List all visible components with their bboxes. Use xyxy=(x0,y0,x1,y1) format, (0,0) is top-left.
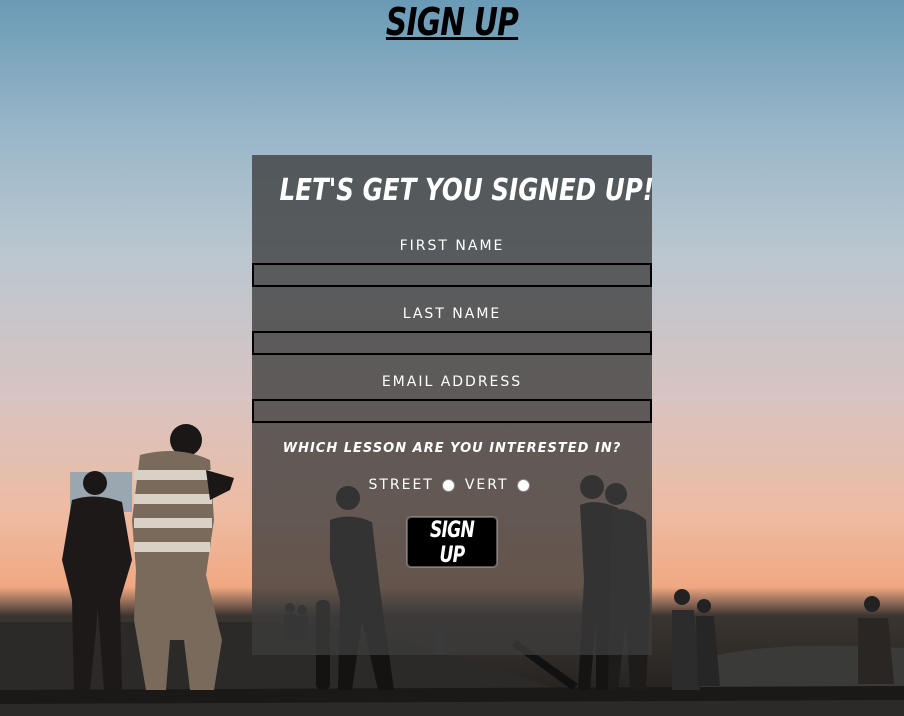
sign-up-button-label: SIGN UP xyxy=(429,518,475,568)
email-address-input[interactable] xyxy=(252,399,652,423)
lesson-question: WHICH LESSON ARE YOU INTERESTED IN? xyxy=(282,441,622,456)
form-heading: LET'S GET YOU SIGNED UP! xyxy=(279,173,654,208)
street-radio[interactable] xyxy=(441,478,455,492)
last-name-label: LAST NAME xyxy=(402,306,502,322)
sign-up-button[interactable]: SIGN UP xyxy=(407,517,497,568)
vert-radio[interactable] xyxy=(516,478,530,492)
last-name-input[interactable] xyxy=(252,331,652,355)
first-name-input[interactable] xyxy=(252,263,652,287)
email-address-label: EMAIL ADDRESS xyxy=(381,374,523,390)
lesson-options: STREET VERT xyxy=(252,477,652,493)
first-name-label: FIRST NAME xyxy=(399,238,505,254)
vert-option-label: VERT xyxy=(464,477,509,493)
street-option-label: STREET xyxy=(368,477,434,493)
page-title: SIGN UP xyxy=(385,0,519,44)
